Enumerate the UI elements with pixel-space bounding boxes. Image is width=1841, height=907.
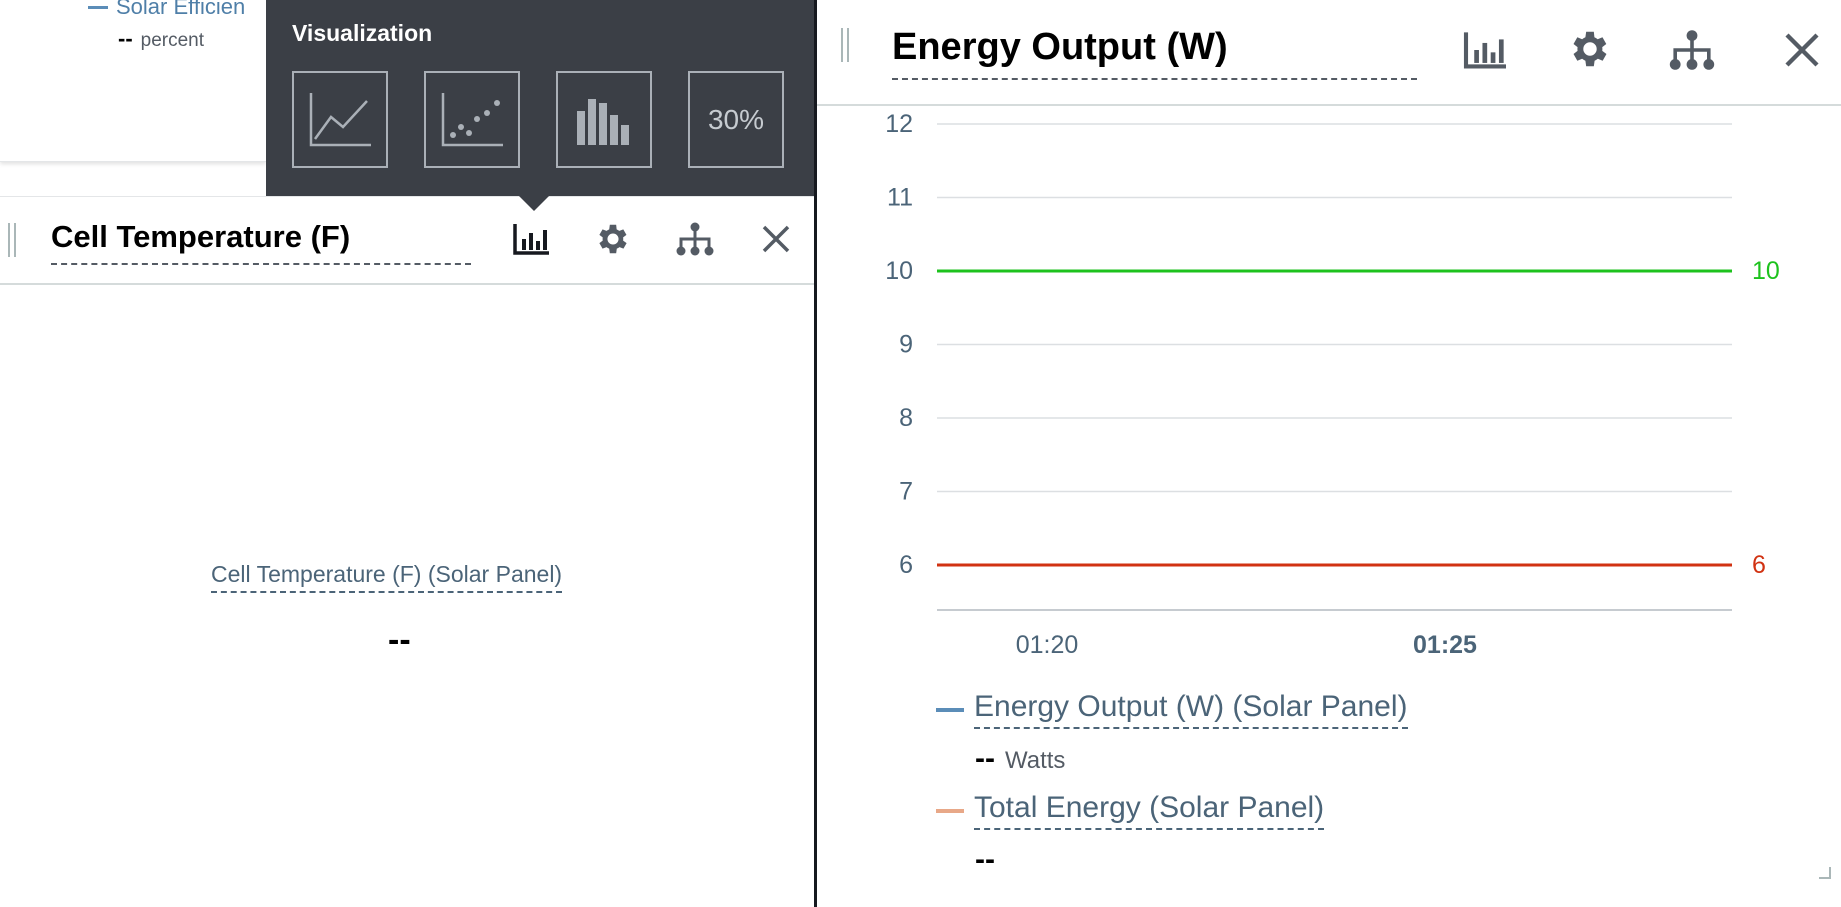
legend-value-row: -- percent	[118, 26, 204, 52]
solar-efficiency-legend[interactable]: Solar Efficien	[88, 0, 245, 20]
y-tick-label: 11	[887, 184, 913, 212]
bar-chart-icon	[577, 98, 629, 145]
y-tick-label: 7	[899, 478, 913, 506]
y-tick-label: 6	[899, 551, 913, 579]
x-tick-label: 01:20	[1016, 631, 1079, 659]
legend-unit: Watts	[1004, 747, 1066, 774]
hierarchy-icon[interactable]	[675, 219, 715, 259]
legend-label[interactable]: Total Energy (Solar Panel)	[974, 791, 1325, 830]
bar-chart-icon[interactable]	[512, 219, 552, 259]
visualization-popover: Visualization 30%	[266, 0, 814, 196]
y-tick-label: 8	[899, 404, 913, 432]
kpi-value: --	[388, 621, 411, 659]
legend-swatch	[88, 5, 108, 9]
energy-output-panel: Energy Output (W) 6 7 8 9 10 11 12 01:20…	[817, 0, 1841, 907]
kpi-option[interactable]: 30%	[688, 71, 784, 168]
legend-item-energy-output[interactable]: Energy Output (W) (Solar Panel)	[936, 690, 1408, 729]
legend-swatch	[936, 808, 964, 813]
solar-efficiency-widget: Solar Efficien -- percent	[0, 0, 266, 162]
legend-label[interactable]: Solar Efficien	[116, 0, 245, 20]
bar-chart-option[interactable]	[556, 71, 652, 168]
legend-value-row: --	[975, 843, 995, 877]
scatter-chart-icon	[441, 92, 503, 146]
resize-handle[interactable]	[1819, 867, 1831, 879]
y-tick-label: 12	[885, 110, 913, 138]
energy-output-chart[interactable]: 6 7 8 9 10 11 12 01:20 01:25 10 6	[817, 0, 1841, 660]
y-tick-label: 9	[899, 331, 913, 359]
legend-item-total-energy[interactable]: Total Energy (Solar Panel)	[936, 791, 1325, 830]
legend-unit: percent	[140, 30, 205, 51]
x-tick-label: 01:25	[1413, 631, 1477, 659]
popover-title: Visualization	[292, 20, 433, 46]
y-tick-label: 10	[885, 257, 913, 285]
legend-value: --	[975, 843, 995, 876]
popover-caret	[518, 195, 550, 211]
threshold-label: 10	[1752, 257, 1780, 285]
legend-value-row: -- Watts	[975, 742, 1065, 776]
line-chart-option[interactable]	[292, 71, 388, 168]
line-chart-icon	[309, 92, 371, 146]
cell-temperature-panel: Cell Temperature (F) Cell Temperature (F…	[0, 196, 814, 907]
threshold-label: 6	[1752, 551, 1766, 579]
gear-icon[interactable]	[593, 219, 633, 259]
legend-swatch	[936, 707, 964, 712]
panel-header: Cell Temperature (F)	[0, 197, 814, 285]
drag-handle[interactable]	[8, 223, 16, 257]
scatter-chart-option[interactable]	[424, 71, 520, 168]
title-underline	[51, 263, 471, 265]
close-icon[interactable]	[756, 219, 796, 259]
legend-value: --	[975, 742, 995, 775]
legend-label[interactable]: Energy Output (W) (Solar Panel)	[974, 690, 1408, 729]
legend-value: --	[118, 26, 133, 51]
panel-title[interactable]: Cell Temperature (F)	[51, 219, 350, 255]
kpi-label[interactable]: Cell Temperature (F) (Solar Panel)	[211, 561, 563, 593]
visualization-options: 30%	[292, 71, 784, 168]
